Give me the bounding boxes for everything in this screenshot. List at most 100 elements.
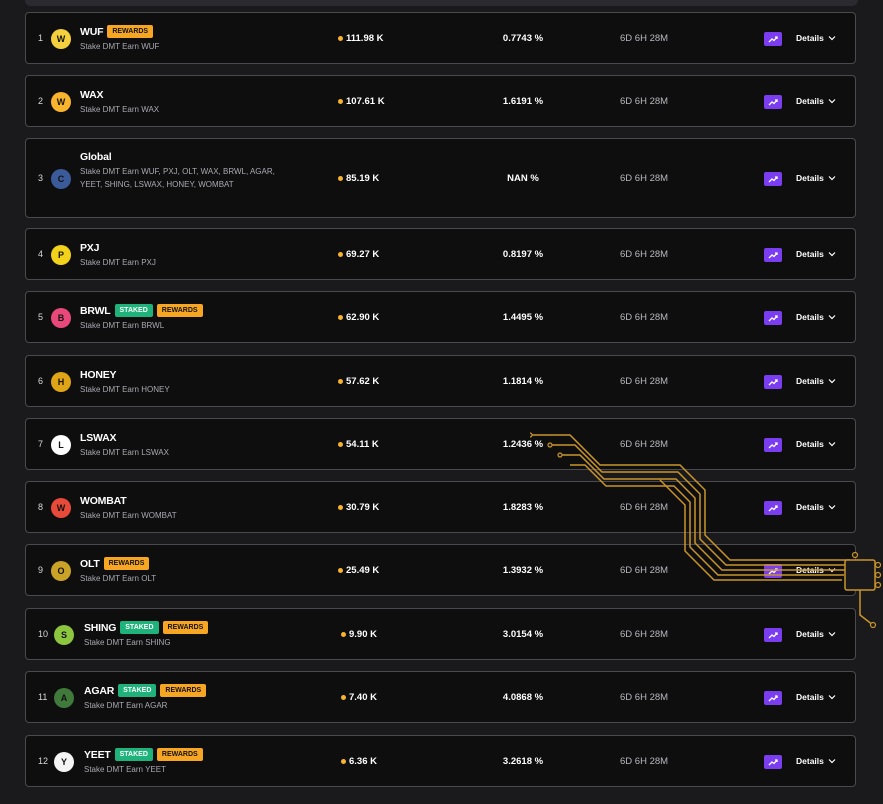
details-toggle[interactable]: Details bbox=[796, 312, 836, 322]
tvl-value: 9.90 K bbox=[349, 629, 377, 640]
details-toggle[interactable]: Details bbox=[796, 33, 836, 43]
trend-action-button[interactable] bbox=[764, 691, 782, 705]
pool-time-remaining: 6D 6H 28M bbox=[620, 565, 669, 576]
pool-row[interactable]: 8 W WOMBAT Stake DMT Earn WOMBAT 30.79 K 1.82… bbox=[25, 481, 856, 533]
rewards-badge: REWARDS bbox=[162, 621, 209, 634]
trend-action-button[interactable] bbox=[764, 501, 782, 515]
pool-time-remaining: 6D 6H 28M bbox=[620, 756, 669, 767]
pool-row[interactable]: 2 W WAX Stake DMT Earn WAX 107.61 K 1.6191 % 6… bbox=[25, 75, 856, 127]
staked-badge: STAKED bbox=[118, 684, 157, 697]
trend-action-button[interactable] bbox=[764, 248, 782, 262]
pool-row[interactable]: 6 H HONEY Stake DMT Earn HONEY 57.62 K 1.1814… bbox=[25, 355, 856, 407]
trend-action-button[interactable] bbox=[764, 628, 782, 642]
pool-apr: 1.6191 % bbox=[502, 96, 544, 107]
pool-rank: 11 bbox=[38, 692, 48, 702]
tvl-value: 30.79 K bbox=[346, 502, 380, 513]
chevron-down-icon bbox=[828, 632, 836, 637]
trend-up-icon bbox=[768, 99, 778, 106]
trend-action-button[interactable] bbox=[764, 375, 782, 389]
trend-action-button[interactable] bbox=[764, 564, 782, 578]
token-logo-icon: Y bbox=[54, 752, 74, 772]
pool-name: WAX bbox=[80, 88, 104, 101]
pool-row[interactable]: 4 P PXJ Stake DMT Earn PXJ 69.27 K 0.8197 % 6D… bbox=[25, 228, 856, 280]
pool-name-line: HONEY bbox=[80, 367, 280, 382]
chevron-down-icon bbox=[828, 695, 836, 700]
trend-action-button[interactable] bbox=[764, 755, 782, 769]
pool-name-line: LSWAX bbox=[80, 430, 280, 445]
pool-info: AGAR STAKED REWARDS Stake DMT Earn AGAR bbox=[84, 683, 284, 712]
pool-name-line: PXJ bbox=[80, 240, 280, 255]
coin-dot-icon bbox=[338, 442, 343, 447]
pool-rank: 7 bbox=[38, 439, 44, 449]
trend-up-icon bbox=[768, 568, 778, 575]
details-label: Details bbox=[796, 629, 824, 639]
trend-action-button[interactable] bbox=[764, 172, 782, 186]
trend-action-button[interactable] bbox=[764, 311, 782, 325]
token-logo-icon: L bbox=[51, 435, 71, 455]
details-toggle[interactable]: Details bbox=[796, 502, 836, 512]
pool-row[interactable]: 3 C Global Stake DMT Earn WUF, PXJ, OLT, WA… bbox=[25, 138, 856, 218]
pool-rank: 5 bbox=[38, 312, 44, 322]
details-label: Details bbox=[796, 565, 824, 575]
token-logo-icon: P bbox=[51, 245, 71, 265]
token-logo-icon: W bbox=[51, 498, 71, 518]
details-toggle[interactable]: Details bbox=[796, 629, 836, 639]
pool-time-remaining: 6D 6H 28M bbox=[620, 312, 669, 323]
details-toggle[interactable]: Details bbox=[796, 96, 836, 106]
details-toggle[interactable]: Details bbox=[796, 692, 836, 702]
details-toggle[interactable]: Details bbox=[796, 756, 836, 766]
details-label: Details bbox=[796, 312, 824, 322]
coin-dot-icon bbox=[338, 379, 343, 384]
pool-tvl: 107.61 K bbox=[338, 96, 385, 107]
pool-rank: 2 bbox=[38, 96, 44, 106]
details-label: Details bbox=[796, 756, 824, 766]
pool-apr: 1.4495 % bbox=[502, 312, 544, 323]
pool-name-line: Global bbox=[80, 149, 280, 164]
pool-apr: 3.0154 % bbox=[502, 629, 544, 640]
details-label: Details bbox=[796, 376, 824, 386]
pool-name: WUF bbox=[80, 25, 104, 38]
trend-action-button[interactable] bbox=[764, 438, 782, 452]
pool-tvl: 69.27 K bbox=[338, 249, 379, 260]
tvl-value: 111.98 K bbox=[346, 33, 384, 44]
trend-action-button[interactable] bbox=[764, 32, 782, 46]
pool-tvl: 9.90 K bbox=[341, 629, 377, 640]
pool-name-line: WAX bbox=[80, 87, 280, 102]
details-toggle[interactable]: Details bbox=[796, 565, 836, 575]
coin-dot-icon bbox=[338, 505, 343, 510]
details-toggle[interactable]: Details bbox=[796, 249, 836, 259]
token-logo-icon: H bbox=[51, 372, 71, 392]
trend-up-icon bbox=[768, 695, 778, 702]
pool-time-remaining: 6D 6H 28M bbox=[620, 249, 669, 260]
pool-info: WUF REWARDS Stake DMT Earn WUF bbox=[80, 24, 280, 53]
details-toggle[interactable]: Details bbox=[796, 173, 836, 183]
chevron-down-icon bbox=[828, 176, 836, 181]
pool-rank: 12 bbox=[38, 756, 49, 766]
pool-rank: 10 bbox=[38, 629, 49, 639]
details-label: Details bbox=[796, 692, 824, 702]
pool-row[interactable]: 11 A AGAR STAKED REWARDS Stake DMT Earn AGAR 7… bbox=[25, 671, 856, 723]
pool-name: YEET bbox=[84, 748, 111, 761]
pool-row[interactable]: 9 O OLT REWARDS Stake DMT Earn OLT 25.49 K 1.3… bbox=[25, 544, 856, 596]
pool-row[interactable]: 5 B BRWL STAKED REWARDS Stake DMT Earn BRWL 62… bbox=[25, 291, 856, 343]
coin-dot-icon bbox=[338, 252, 343, 257]
details-toggle[interactable]: Details bbox=[796, 439, 836, 449]
rewards-badge: REWARDS bbox=[103, 557, 150, 570]
details-toggle[interactable]: Details bbox=[796, 376, 836, 386]
pool-name: AGAR bbox=[84, 684, 115, 697]
trend-action-button[interactable] bbox=[764, 95, 782, 109]
pool-row[interactable]: 7 L LSWAX Stake DMT Earn LSWAX 54.11 K 1.2436… bbox=[25, 418, 856, 470]
pool-subtitle: Stake DMT Earn WAX bbox=[80, 105, 160, 114]
pool-row[interactable]: 12 Y YEET STAKED REWARDS Stake DMT Earn YEET 6… bbox=[25, 735, 856, 787]
trend-up-icon bbox=[768, 252, 778, 259]
pool-row[interactable]: 10 S SHING STAKED REWARDS Stake DMT Earn SHIN… bbox=[25, 608, 856, 660]
pool-row[interactable]: 1 W WUF REWARDS Stake DMT Earn WUF 111.98 K 0.… bbox=[25, 12, 856, 64]
pool-apr: 1.8283 % bbox=[502, 502, 544, 513]
chevron-down-icon bbox=[828, 99, 836, 104]
pool-apr: 1.2436 % bbox=[502, 439, 544, 450]
pool-subtitle: Stake DMT Earn WUF bbox=[80, 42, 160, 51]
staked-badge: STAKED bbox=[120, 621, 159, 634]
pool-rank: 9 bbox=[38, 565, 44, 575]
pool-info: YEET STAKED REWARDS Stake DMT Earn YEET bbox=[84, 747, 284, 776]
pool-name-line: YEET STAKED REWARDS bbox=[84, 747, 284, 762]
